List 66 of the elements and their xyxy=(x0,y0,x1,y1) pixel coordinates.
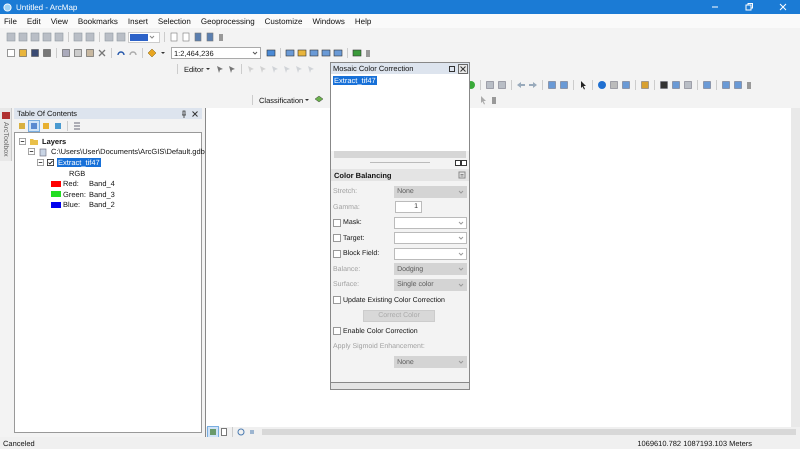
menu-item[interactable]: Geoprocessing xyxy=(200,16,255,26)
toolbox-icon xyxy=(0,110,10,120)
window-icon[interactable] xyxy=(671,80,681,90)
window-title: Untitled - ArcMap xyxy=(16,2,78,12)
collapse-icon[interactable] xyxy=(458,171,466,179)
toolbar-options[interactable] xyxy=(366,50,370,56)
caret-icon xyxy=(458,250,464,257)
caret-icon xyxy=(458,282,464,288)
globe-icon xyxy=(3,2,12,12)
window-icon[interactable] xyxy=(621,80,631,90)
toolbar-options[interactable] xyxy=(747,82,751,88)
pin-icon[interactable] xyxy=(455,160,467,166)
checkbox[interactable] xyxy=(333,296,341,304)
menu-item[interactable]: Help xyxy=(354,16,372,26)
horizontal-scrollbar[interactable] xyxy=(334,151,466,158)
arrow-right-icon[interactable] xyxy=(528,80,538,90)
menu-item[interactable]: File xyxy=(4,16,17,26)
restore-icon[interactable] xyxy=(744,2,754,12)
menu-item[interactable]: Bookmarks xyxy=(78,16,118,26)
menu-item[interactable]: Customize xyxy=(264,16,302,26)
info-icon[interactable] xyxy=(597,80,607,90)
checkbox[interactable] xyxy=(47,158,54,166)
caret-icon xyxy=(304,97,310,103)
collapsed-section-header[interactable] xyxy=(331,382,469,389)
toolbar-options[interactable] xyxy=(219,34,223,40)
menu-item[interactable]: Windows xyxy=(312,16,345,26)
caret-icon[interactable] xyxy=(160,50,166,56)
checkbox[interactable] xyxy=(333,327,341,336)
list-icon[interactable] xyxy=(72,120,82,130)
expander-icon[interactable] xyxy=(19,138,26,145)
caret-icon xyxy=(458,220,464,226)
caret-icon xyxy=(252,50,258,56)
refresh-icon[interactable] xyxy=(236,427,246,437)
toolbar-options[interactable] xyxy=(492,96,496,104)
caret-icon xyxy=(458,266,464,272)
diamond-icon[interactable] xyxy=(147,48,157,58)
maximize-icon[interactable] xyxy=(448,64,456,72)
delete-icon[interactable] xyxy=(97,48,107,58)
data-view-icon[interactable] xyxy=(208,427,218,437)
menu-item[interactable]: View xyxy=(50,16,68,26)
menu-item[interactable]: Edit xyxy=(26,16,41,26)
pointer-icon[interactable] xyxy=(578,80,588,90)
caret-icon xyxy=(458,359,464,366)
expander-icon[interactable] xyxy=(28,148,35,156)
caret-icon xyxy=(458,235,464,242)
layout-view-icon[interactable] xyxy=(219,427,229,437)
menu-item[interactable]: Selection xyxy=(158,16,191,26)
menu-item[interactable]: Insert xyxy=(128,16,148,26)
pin-icon[interactable] xyxy=(180,110,188,118)
caret-icon xyxy=(458,188,464,195)
arrow-left-icon[interactable] xyxy=(516,80,526,90)
close-icon[interactable] xyxy=(191,110,199,118)
checkbox[interactable] xyxy=(333,234,341,242)
checkbox[interactable] xyxy=(333,218,341,227)
dropdown[interactable] xyxy=(394,216,467,229)
caret-icon xyxy=(204,66,211,72)
dropdown[interactable] xyxy=(394,232,467,244)
caret-icon xyxy=(149,34,155,40)
horizontal-scrollbar[interactable] xyxy=(262,429,796,435)
page-icon[interactable] xyxy=(6,48,16,58)
expander-icon[interactable] xyxy=(37,158,44,166)
checkbox[interactable] xyxy=(333,250,341,258)
dropdown[interactable] xyxy=(394,248,467,260)
color-dropdown[interactable] xyxy=(128,32,160,42)
close-icon[interactable] xyxy=(459,64,467,72)
window-icon[interactable] xyxy=(285,48,295,58)
